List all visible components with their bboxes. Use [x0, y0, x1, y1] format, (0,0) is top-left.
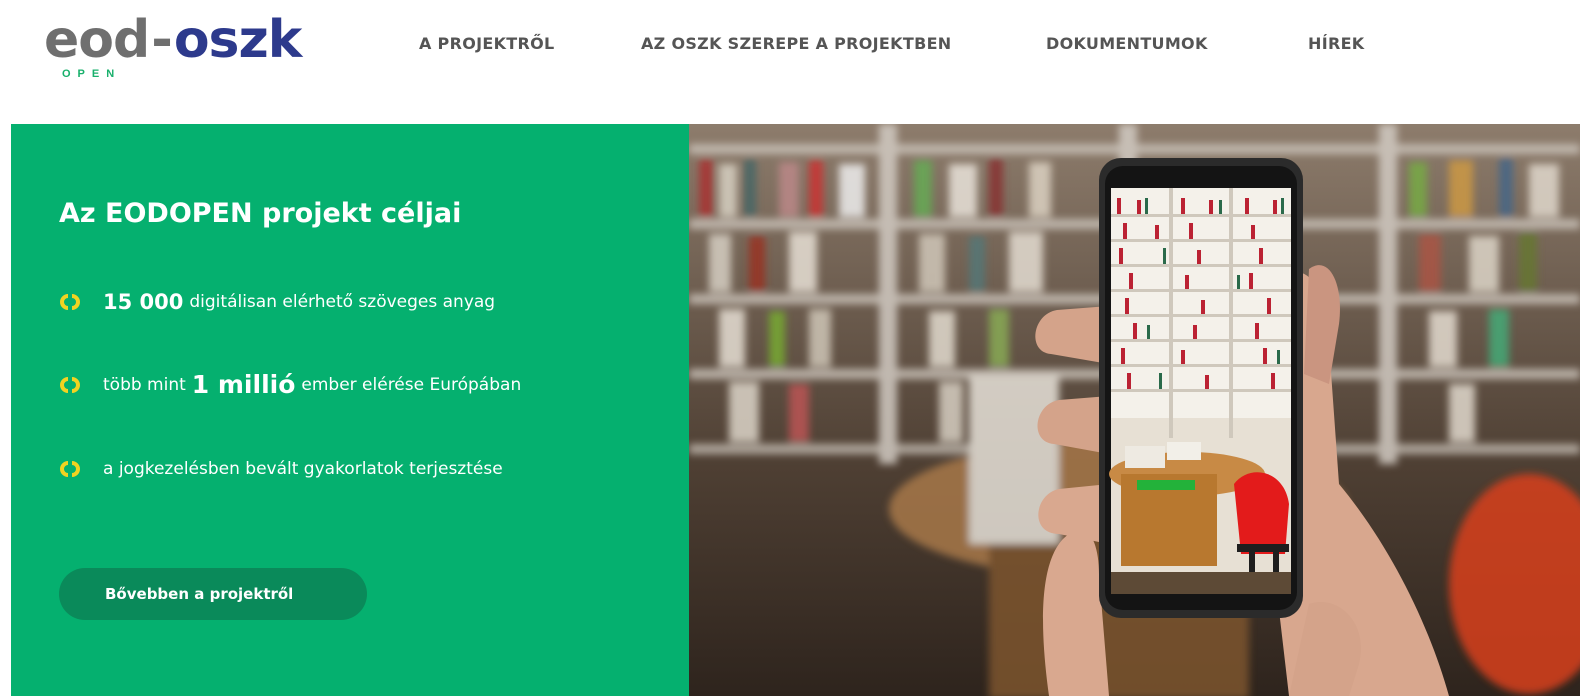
goal-text: a jogkezelésben bevált gyakorlatok terje…: [103, 459, 503, 479]
goal-item: több mint 1 millió ember elérése Európáb…: [59, 370, 521, 399]
goal-highlight: 15 000: [103, 290, 184, 314]
goal-pre-text: több mint: [103, 374, 186, 395]
hero-panel: Az EODOPEN projekt céljai 15 000 digitál…: [11, 124, 689, 696]
site-logo[interactable]: eod-oszk OPEN: [44, 12, 334, 82]
nav-item-hirek[interactable]: HÍREK: [1308, 34, 1365, 53]
nav-item-dokumentumok[interactable]: DOKUMENTUMOK: [1046, 34, 1208, 53]
nav-item-a-projektrol[interactable]: A PROJEKTRŐL: [419, 34, 555, 53]
eod-logo-mark-icon: [60, 461, 80, 477]
goal-text: ember elérése Európában: [301, 374, 522, 395]
goal-item: a jogkezelésben bevált gyakorlatok terje…: [59, 458, 503, 480]
library-phone-photo: [689, 124, 1580, 696]
goal-highlight: 1 millió: [191, 370, 296, 399]
logo-oszk: oszk: [173, 10, 303, 70]
logo-dash: -: [151, 10, 173, 70]
logo-open-label: OPEN: [62, 68, 122, 80]
site-header: eod-oszk OPEN A PROJEKTRŐL AZ OSZK SZERE…: [0, 0, 1580, 124]
eod-logo-mark-icon: [60, 376, 80, 393]
logo-eod: eod: [44, 10, 150, 70]
goal-item: 15 000 digitálisan elérhető szöveges any…: [59, 290, 495, 314]
nav-item-oszk-szerepe[interactable]: AZ OSZK SZEREPE A PROJEKTBEN: [641, 34, 952, 53]
hero-title: Az EODOPEN projekt céljai: [59, 198, 462, 229]
goal-text: digitálisan elérhető szöveges anyag: [189, 292, 496, 312]
eod-logo-mark-icon: [60, 294, 80, 310]
photo-illustration: [689, 124, 1580, 696]
logo-wordmark: eod-oszk: [44, 10, 303, 70]
more-about-project-button[interactable]: Bővebben a projektről: [59, 568, 367, 620]
